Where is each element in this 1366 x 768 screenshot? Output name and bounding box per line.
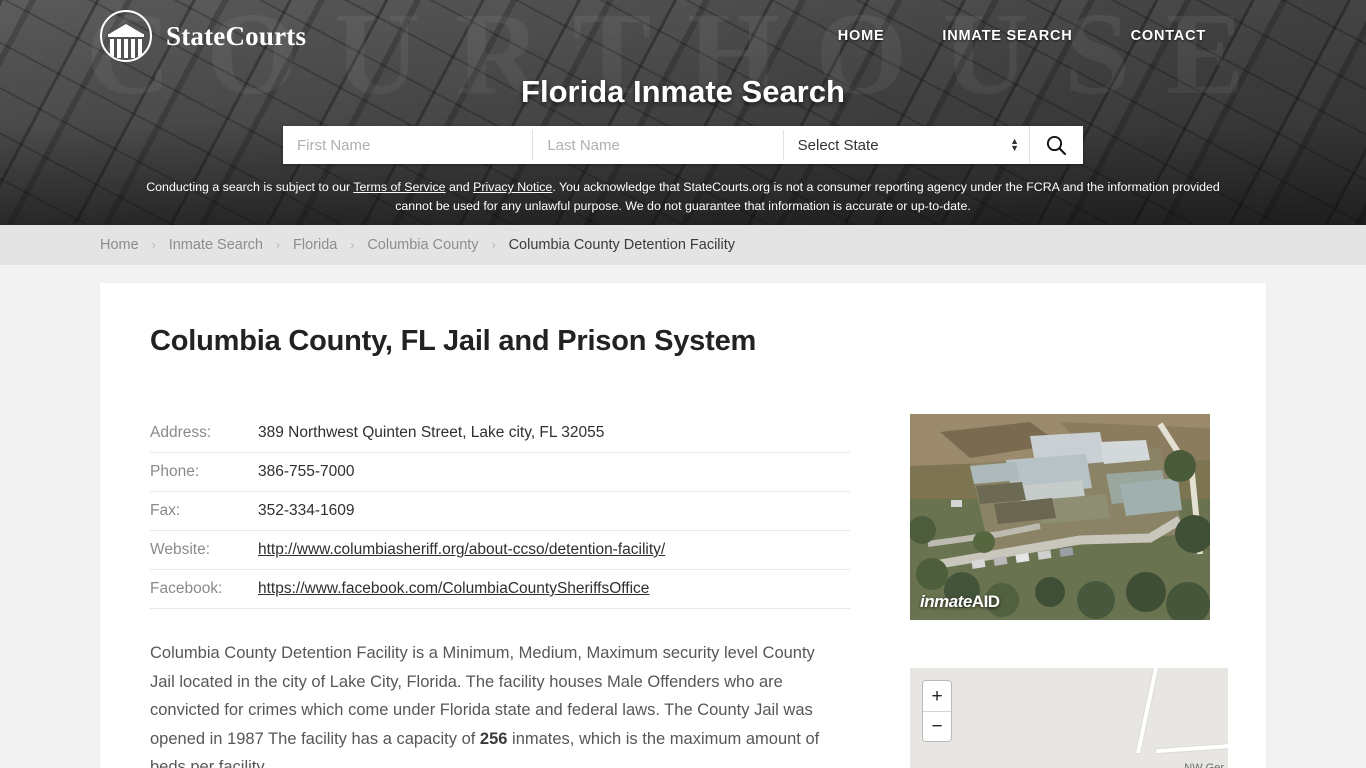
nav-item-contact[interactable]: CONTACT [1131, 28, 1206, 44]
page-title: Columbia County, FL Jail and Prison Syst… [150, 325, 757, 357]
state-select[interactable]: Select State ▲ ▼ [784, 126, 1029, 164]
map-zoom-in-button[interactable]: + [923, 681, 951, 711]
facility-media-column: inmateAID + − NW Ger [910, 414, 1228, 768]
inmate-search-bar: Select State ▲▼ [283, 126, 1083, 164]
website-link[interactable]: http://www.columbiasheriff.org/about-ccs… [258, 541, 665, 558]
site-header: COURTHOUSE StateCourts HOME INMATE SEARC… [0, 0, 1366, 225]
page-body: Columbia County, FL Jail and Prison Syst… [0, 265, 1366, 768]
breadcrumb-item-home[interactable]: Home [100, 237, 139, 253]
state-select-value: Select State [797, 136, 879, 154]
facility-description: Columbia County Detention Facility is a … [150, 639, 840, 768]
fact-key: Fax: [150, 502, 181, 519]
breadcrumb-item-inmate-search[interactable]: Inmate Search [169, 237, 263, 253]
table-row: Facebook: https://www.facebook.com/Colum… [150, 570, 850, 609]
primary-nav: HOME INMATE SEARCH CONTACT [838, 28, 1206, 44]
last-name-input[interactable] [533, 126, 783, 164]
hero-title: Florida Inmate Search [521, 74, 845, 109]
fact-key: Phone: [150, 463, 200, 480]
search-icon [1047, 135, 1067, 156]
facility-details-column: Address: 389 Northwest Quinten Street, L… [150, 414, 850, 768]
chevron-right-icon: › [491, 238, 496, 252]
fact-value-facebook: https://www.facebook.com/ColumbiaCountyS… [258, 570, 850, 609]
fact-key: Address: [150, 424, 212, 441]
fact-value-address: 389 Northwest Quinten Street, Lake city,… [258, 424, 605, 441]
table-row: Phone: 386-755-7000 [150, 453, 850, 492]
breadcrumb-item-columbia-county[interactable]: Columbia County [367, 237, 478, 253]
content-card: Columbia County, FL Jail and Prison Syst… [100, 283, 1266, 768]
privacy-notice-link[interactable]: Privacy Notice [473, 180, 552, 194]
inmateaid-watermark: inmateAID [920, 592, 1000, 611]
search-disclaimer: Conducting a search is subject to our Te… [128, 178, 1238, 216]
table-row: Website: http://www.columbiasheriff.org/… [150, 531, 850, 570]
nav-item-home[interactable]: HOME [838, 28, 885, 44]
fact-value-website: http://www.columbiasheriff.org/about-ccs… [258, 531, 850, 570]
terms-of-service-link[interactable]: Terms of Service [353, 180, 445, 194]
content-columns: Address: 389 Northwest Quinten Street, L… [150, 414, 1228, 768]
fact-key: Website: [150, 541, 211, 558]
disclaimer-part-1: Conducting a search is subject to our [146, 180, 354, 194]
fact-value-fax: 352-334-1609 [258, 502, 355, 519]
map-road [1155, 742, 1228, 754]
chevron-right-icon: › [350, 238, 355, 252]
first-name-input[interactable] [283, 126, 533, 164]
courthouse-icon [100, 10, 152, 62]
map-zoom-out-button[interactable]: − [923, 711, 951, 741]
aerial-photo-illustration [910, 414, 1210, 620]
map-zoom-controls: + − [922, 680, 952, 742]
disclaimer-part-2: and [445, 180, 474, 194]
top-bar: StateCourts HOME INMATE SEARCH CONTACT [0, 0, 1366, 72]
breadcrumb: Home › Inmate Search › Florida › Columbi… [0, 225, 1366, 265]
chevron-right-icon: › [276, 238, 280, 252]
map-street-label: NW Ger [1184, 762, 1224, 768]
table-row: Fax: 352-334-1609 [150, 492, 850, 531]
breadcrumb-item-florida[interactable]: Florida [293, 237, 337, 253]
facebook-link[interactable]: https://www.facebook.com/ColumbiaCountyS… [258, 580, 649, 597]
fact-key: Facebook: [150, 580, 223, 597]
chevron-right-icon: › [151, 238, 156, 252]
table-row: Address: 389 Northwest Quinten Street, L… [150, 414, 850, 453]
fact-value-phone: 386-755-7000 [258, 463, 355, 480]
map-road [1136, 668, 1160, 754]
brand-name: StateCourts [166, 20, 307, 51]
location-map[interactable]: + − NW Ger [910, 668, 1228, 768]
nav-item-inmate-search[interactable]: INMATE SEARCH [942, 28, 1072, 44]
facility-facts-table: Address: 389 Northwest Quinten Street, L… [150, 414, 850, 609]
breadcrumb-item-current: Columbia County Detention Facility [508, 237, 736, 253]
chevron-updown-icon: ▲ ▼ [1010, 136, 1019, 153]
brand[interactable]: StateCourts [100, 10, 306, 62]
facility-photo: inmateAID [910, 414, 1210, 620]
capacity-value: 256 [479, 729, 508, 748]
search-button[interactable] [1028, 126, 1083, 164]
